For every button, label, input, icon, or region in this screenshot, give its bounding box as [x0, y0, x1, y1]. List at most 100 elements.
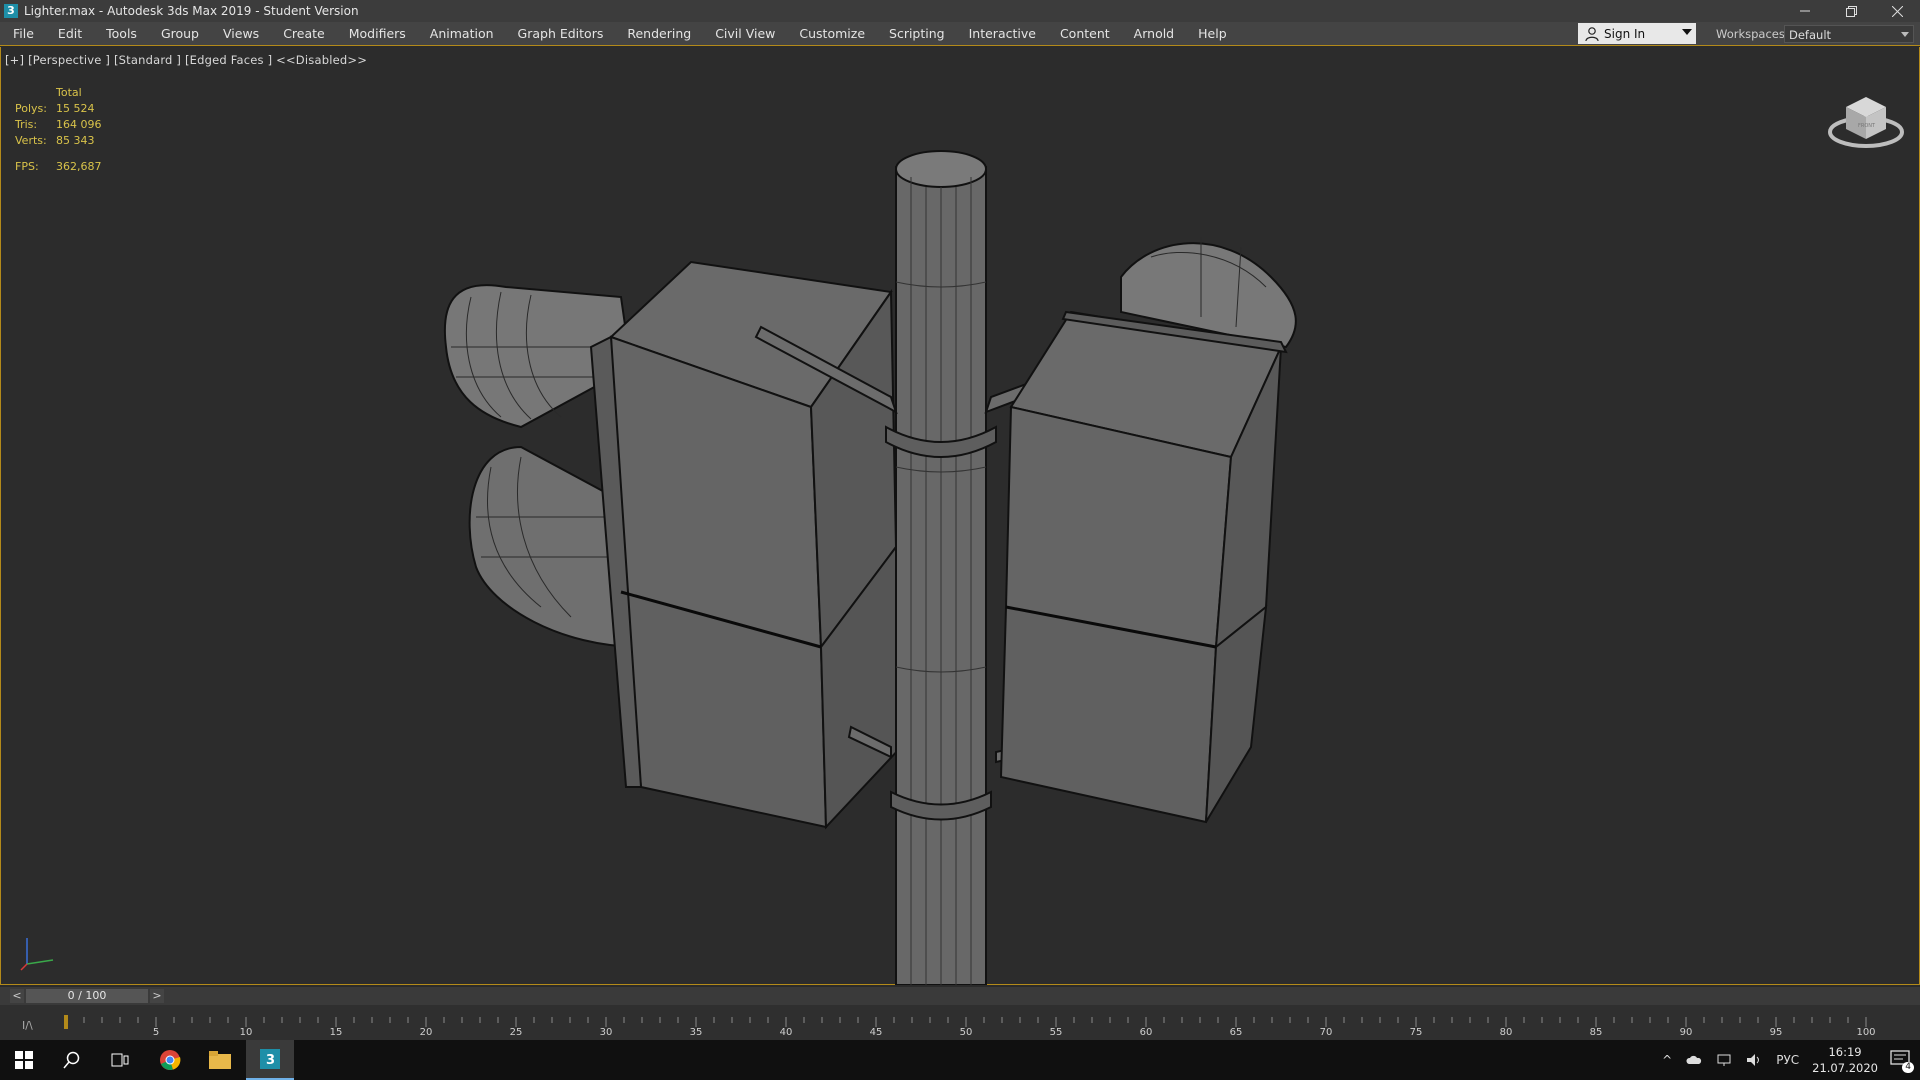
- menu-create[interactable]: Create: [271, 22, 337, 46]
- frame-tick-label: 5: [152, 1027, 160, 1038]
- title-bar: 3 Lighter.max - Autodesk 3ds Max 2019 - …: [0, 0, 1920, 22]
- frame-tick-label: 10: [239, 1027, 253, 1038]
- workspace-value: Default: [1789, 28, 1832, 42]
- clock-date: 21.07.2020: [1812, 1061, 1878, 1075]
- start-button[interactable]: [0, 1040, 48, 1080]
- system-tray: ^ РУС 16:19 21.07.2020 4: [1655, 1040, 1920, 1080]
- time-slider-thumb[interactable]: 0 / 100: [26, 989, 148, 1003]
- frame-tick-label: 65: [1229, 1027, 1243, 1038]
- curve-editor-mini-icon[interactable]: I/\: [22, 1019, 33, 1032]
- chevron-up-icon[interactable]: ^: [1662, 1053, 1672, 1067]
- verts-value: 85 343: [56, 134, 95, 147]
- frame-tick-label: 20: [419, 1027, 433, 1038]
- workspaces-label: Workspaces:: [1716, 27, 1789, 41]
- volume-icon[interactable]: [1746, 1053, 1762, 1067]
- frame-tick-label: 40: [779, 1027, 793, 1038]
- minimize-icon: [1800, 10, 1810, 12]
- frame-tick-label: 45: [869, 1027, 883, 1038]
- frame-tick-label: 60: [1139, 1027, 1153, 1038]
- menu-edit[interactable]: Edit: [46, 22, 94, 46]
- restore-button[interactable]: [1828, 0, 1874, 22]
- minimize-button[interactable]: [1782, 0, 1828, 22]
- folder-icon: [209, 1051, 231, 1069]
- svg-text:3: 3: [266, 1053, 275, 1068]
- polys-label: Polys:: [15, 102, 47, 115]
- fps-value: 362,687: [56, 160, 102, 173]
- tris-label: Tris:: [15, 118, 38, 131]
- frame-tick-label: 55: [1049, 1027, 1063, 1038]
- frame-tick-label: 75: [1409, 1027, 1423, 1038]
- workspaces-dropdown[interactable]: Default: [1784, 25, 1914, 43]
- menu-scripting[interactable]: Scripting: [877, 22, 957, 46]
- menu-customize[interactable]: Customize: [787, 22, 877, 46]
- viewcube-face-label: FRONT: [1858, 123, 1876, 129]
- task-view-button[interactable]: [96, 1040, 144, 1080]
- menu-help[interactable]: Help: [1186, 22, 1239, 46]
- frame-tick-label: 35: [689, 1027, 703, 1038]
- menu-tools[interactable]: Tools: [94, 22, 149, 46]
- menu-content[interactable]: Content: [1048, 22, 1122, 46]
- menu-animation[interactable]: Animation: [418, 22, 506, 46]
- fps-label: FPS:: [15, 160, 39, 173]
- tris-value: 164 096: [56, 118, 102, 131]
- current-frame-marker[interactable]: [64, 1015, 68, 1029]
- sign-in-label: Sign In: [1604, 26, 1646, 41]
- chrome-taskbar-button[interactable]: [146, 1040, 194, 1080]
- sign-in-button[interactable]: Sign In: [1578, 23, 1696, 44]
- polys-value: 15 524: [56, 102, 95, 115]
- menu-arnold[interactable]: Arnold: [1122, 22, 1186, 46]
- menu-file[interactable]: File: [0, 22, 46, 46]
- windows-logo-icon: [15, 1051, 33, 1069]
- frame-tick-label: 90: [1679, 1027, 1693, 1038]
- file-explorer-taskbar-button[interactable]: [196, 1040, 244, 1080]
- input-language-indicator[interactable]: РУС: [1776, 1053, 1799, 1067]
- task-view-icon: [111, 1053, 129, 1067]
- chevron-down-icon: [1901, 32, 1909, 37]
- verts-label: Verts:: [15, 134, 47, 147]
- clock[interactable]: 16:19 21.07.2020: [1812, 1044, 1878, 1076]
- window-title: Lighter.max - Autodesk 3ds Max 2019 - St…: [24, 4, 359, 18]
- menu-civil-view[interactable]: Civil View: [703, 22, 787, 46]
- frame-tick-label: 95: [1769, 1027, 1783, 1038]
- restore-icon: [1845, 5, 1857, 17]
- track-bar[interactable]: I/\ 5 10 15 20 25 30 35 40 45 50 55 60 65 70 75 80 85 90 9…: [0, 1005, 1920, 1040]
- cloud-icon[interactable]: [1686, 1055, 1702, 1065]
- menu-rendering[interactable]: Rendering: [615, 22, 703, 46]
- 3dsmax-taskbar-button[interactable]: 3: [246, 1040, 294, 1080]
- 3dsmax-icon: 3: [260, 1049, 280, 1069]
- menu-group[interactable]: Group: [149, 22, 211, 46]
- frame-tick-label: 80: [1499, 1027, 1513, 1038]
- action-center-button[interactable]: 4: [1890, 1049, 1914, 1073]
- viewcube-icon[interactable]: FRONT: [1821, 77, 1911, 157]
- frame-tick-label: 100: [1856, 1027, 1876, 1038]
- traffic-light-model[interactable]: [1, 47, 1920, 985]
- close-icon: [1891, 5, 1903, 17]
- time-slider[interactable]: < 0 / 100 >: [0, 987, 1920, 1005]
- frame-tick-label: 15: [329, 1027, 343, 1038]
- next-frame-button[interactable]: >: [150, 989, 164, 1003]
- menu-graph-editors[interactable]: Graph Editors: [506, 22, 616, 46]
- viewport-label-menu[interactable]: [+] [Perspective ] [Standard ] [Edged Fa…: [5, 53, 367, 67]
- perspective-viewport[interactable]: [+] [Perspective ] [Standard ] [Edged Fa…: [0, 47, 1920, 985]
- stats-header: Total: [56, 86, 82, 99]
- menu-modifiers[interactable]: Modifiers: [337, 22, 418, 46]
- user-icon: [1585, 26, 1599, 41]
- menu-views[interactable]: Views: [211, 22, 271, 46]
- notifications-count-badge: 4: [1902, 1061, 1914, 1073]
- menu-interactive[interactable]: Interactive: [957, 22, 1048, 46]
- frame-tick-label: 50: [959, 1027, 973, 1038]
- search-button[interactable]: [48, 1040, 96, 1080]
- frame-tick-label: 70: [1319, 1027, 1333, 1038]
- statistics-overlay: Total Polys: 15 524 Tris: 164 096 Verts: 85…: [15, 85, 102, 175]
- close-button[interactable]: [1874, 0, 1920, 22]
- frame-tick-label: 25: [509, 1027, 523, 1038]
- 3dsmax-app-icon[interactable]: 3: [4, 4, 18, 18]
- network-icon[interactable]: [1716, 1053, 1732, 1067]
- chevron-down-icon[interactable]: [1682, 29, 1692, 35]
- frame-tick-label: 30: [599, 1027, 613, 1038]
- previous-frame-button[interactable]: <: [10, 989, 24, 1003]
- chrome-icon: [160, 1050, 181, 1070]
- search-icon: [63, 1051, 80, 1069]
- windows-taskbar: 3 ^ РУС 16:19 21.07.2020 4: [0, 1040, 1920, 1080]
- frame-tick-label: 85: [1589, 1027, 1603, 1038]
